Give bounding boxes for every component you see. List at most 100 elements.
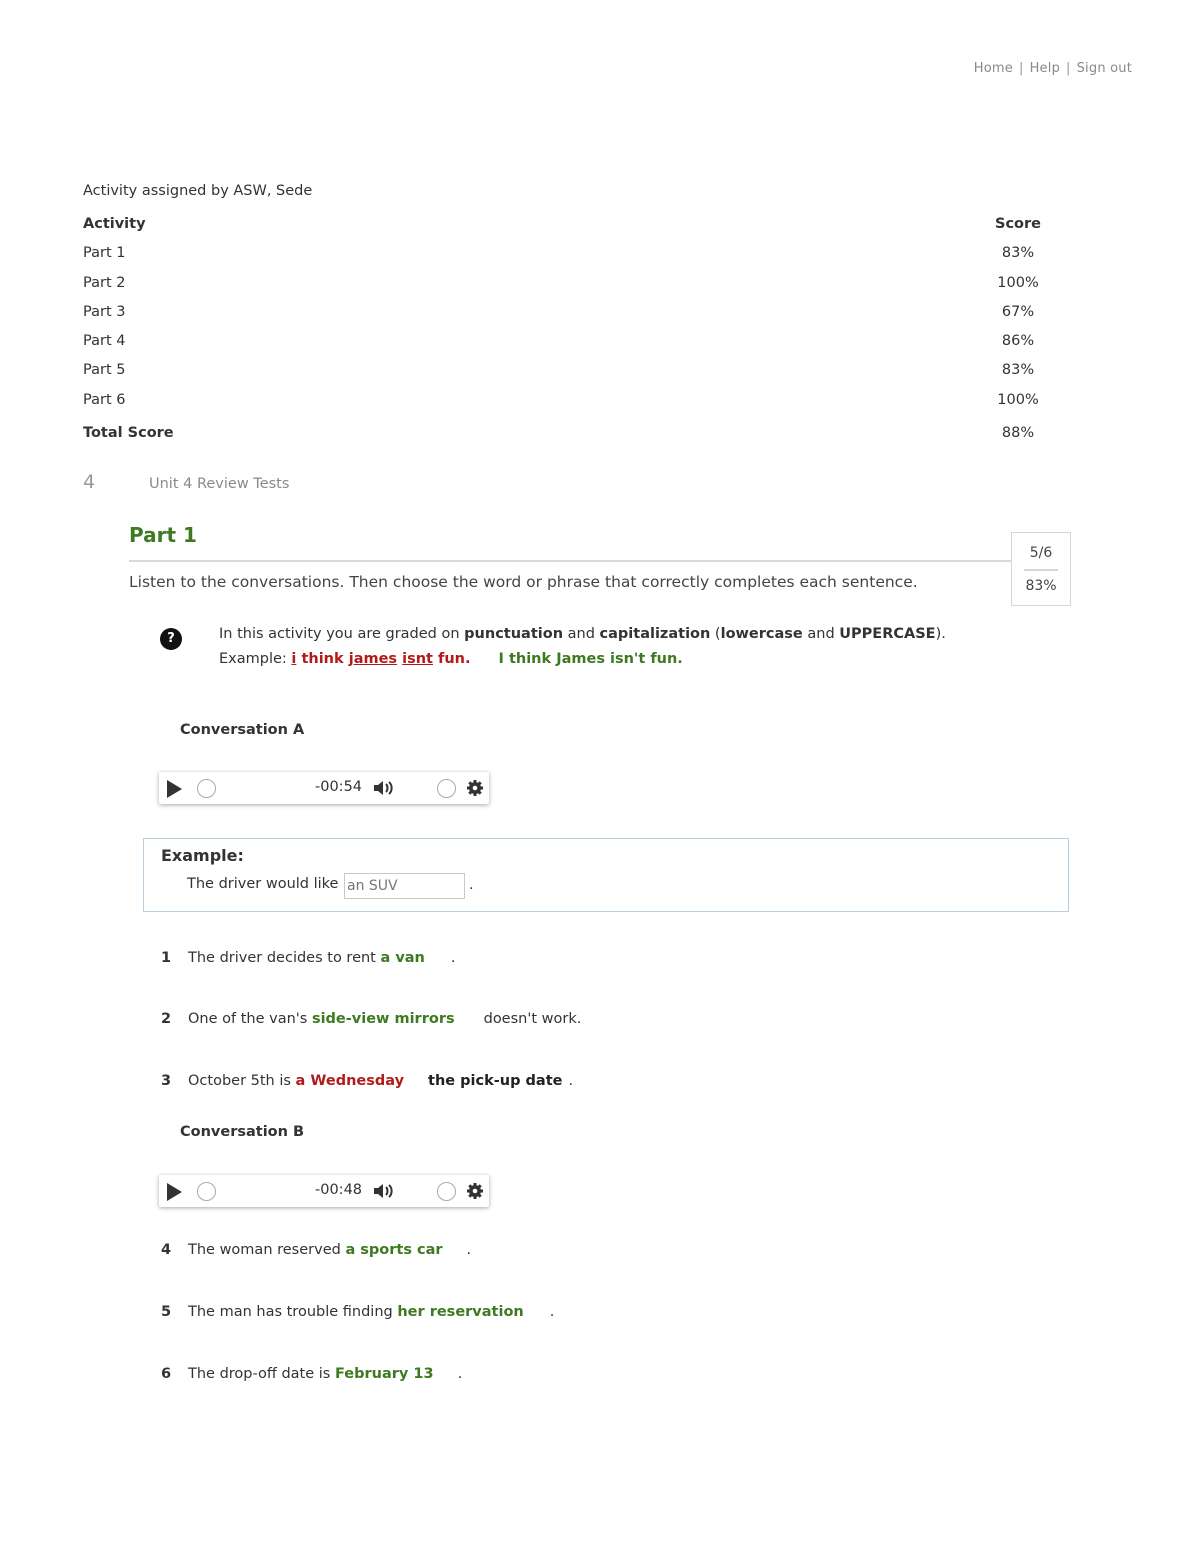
volume-icon[interactable] xyxy=(373,780,395,796)
play-icon[interactable] xyxy=(167,1183,182,1201)
volume-icon[interactable] xyxy=(373,1183,395,1199)
question-item: 3 October 5th is a Wednesday the pick-up … xyxy=(161,1073,761,1093)
example-title: Example: xyxy=(161,846,244,865)
volume-slider[interactable] xyxy=(437,1182,456,1201)
part-score-box: 5/6 83% xyxy=(1011,532,1071,606)
example-label: Example: xyxy=(219,651,292,667)
table-row: Part 5 83% xyxy=(83,362,1035,379)
note-text: and xyxy=(563,626,600,642)
top-nav: Home | Help | Sign out xyxy=(974,61,1132,76)
question-item: 2 One of the van's side-view mirrors does… xyxy=(161,1011,761,1031)
question-end: . xyxy=(450,950,456,966)
wrong-example: i think james isnt fun. xyxy=(291,651,471,667)
table-row: Part 3 67% xyxy=(83,303,1035,320)
question-text: October 5th is xyxy=(188,1073,296,1089)
part-title: Part 1 xyxy=(129,523,197,547)
note-bold: capitalization xyxy=(599,626,711,642)
part-name: Part 3 xyxy=(83,303,126,320)
example-line: Example: i think james isnt fun. I think … xyxy=(219,647,946,672)
note-bold: lowercase xyxy=(720,626,803,642)
question-number: 5 xyxy=(161,1304,172,1320)
note-text: ( xyxy=(710,626,721,642)
settings-gear-icon[interactable] xyxy=(466,779,484,797)
question-text: One of the van's xyxy=(188,1011,312,1027)
note-text: ). xyxy=(935,626,946,642)
question-text: The driver decides to rent xyxy=(188,950,381,966)
question-text: The man has trouble finding xyxy=(188,1304,398,1320)
score-percent: 83% xyxy=(1025,578,1057,594)
score-table-header: Activity Score xyxy=(83,216,1041,232)
example-box xyxy=(143,838,1069,912)
question-end: . xyxy=(568,1073,574,1089)
question-end: . xyxy=(457,1366,463,1382)
table-row: Part 1 83% xyxy=(83,245,1035,262)
home-link[interactable]: Home xyxy=(974,61,1013,76)
assigned-by-text: Activity assigned by ASW, Sede xyxy=(83,183,313,199)
incorrect-answer[interactable]: a Wednesday xyxy=(296,1073,404,1089)
example-answer-field[interactable] xyxy=(344,873,465,899)
part-name: Part 2 xyxy=(83,274,126,291)
instructions-text: Listen to the conversations. Then choose… xyxy=(129,573,918,591)
question-number: 6 xyxy=(161,1366,172,1382)
unit-title: Unit 4 Review Tests xyxy=(149,476,290,492)
correct-answer: the pick-up date xyxy=(428,1073,563,1089)
help-icon[interactable]: ? xyxy=(160,628,182,650)
correct-answer[interactable]: her reservation xyxy=(397,1304,523,1320)
score-fraction: 5/6 xyxy=(1029,545,1053,561)
example-sentence: The driver would like xyxy=(187,876,339,892)
question-end: . xyxy=(466,1242,472,1258)
progress-slider[interactable] xyxy=(197,779,216,798)
signout-link[interactable]: Sign out xyxy=(1077,61,1132,76)
correct-answer[interactable]: a van xyxy=(380,950,424,966)
question-text: The drop-off date is xyxy=(188,1366,335,1382)
note-text: In this activity you are graded on xyxy=(219,626,465,642)
conversation-a-label: Conversation A xyxy=(180,722,305,738)
note-bold: UPPERCASE xyxy=(839,626,936,642)
question-number: 1 xyxy=(161,950,172,966)
question-number: 3 xyxy=(161,1073,172,1089)
help-link[interactable]: Help xyxy=(1030,61,1060,76)
conversation-b-label: Conversation B xyxy=(180,1124,305,1140)
note-bold: punctuation xyxy=(464,626,564,642)
correct-answer[interactable]: a sports car xyxy=(345,1242,442,1258)
question-end: doesn't work. xyxy=(483,1011,582,1027)
question-number: 4 xyxy=(161,1242,172,1258)
part-name: Part 6 xyxy=(83,391,126,408)
question-item: 4 The woman reserved a sports car. xyxy=(161,1242,761,1262)
correct-answer[interactable]: February 13 xyxy=(335,1366,434,1382)
nav-separator: | xyxy=(1018,61,1024,76)
note-text: and xyxy=(802,626,840,642)
unit-number: 4 xyxy=(83,471,96,493)
question-number: 2 xyxy=(161,1011,172,1027)
progress-slider[interactable] xyxy=(197,1182,216,1201)
play-icon[interactable] xyxy=(167,780,182,798)
question-item: 6 The drop-off date is February 13. xyxy=(161,1366,761,1386)
grading-note-line: In this activity you are graded on punct… xyxy=(219,622,946,647)
question-item: 1 The driver decides to rent a van. xyxy=(161,950,761,970)
total-score-label: Total Score xyxy=(83,425,174,442)
question-end: . xyxy=(549,1304,555,1320)
grading-note: In this activity you are graded on punct… xyxy=(219,622,946,672)
audio-player-b: -00:48 xyxy=(159,1175,489,1207)
audio-player-a: -00:54 xyxy=(159,772,489,804)
nav-separator: | xyxy=(1066,61,1071,76)
settings-gear-icon[interactable] xyxy=(466,1182,484,1200)
volume-slider[interactable] xyxy=(437,779,456,798)
total-score-row: Total Score 88% xyxy=(83,425,1035,442)
divider xyxy=(129,560,1011,562)
time-remaining: -00:54 xyxy=(315,779,363,795)
time-remaining: -00:48 xyxy=(315,1182,363,1198)
example-end: . xyxy=(469,877,474,893)
correct-example: I think James isn't fun. xyxy=(498,651,683,667)
table-row: Part 2 100% xyxy=(83,274,1039,291)
part-name: Part 1 xyxy=(83,245,126,262)
part-name: Part 4 xyxy=(83,333,126,350)
activity-column-header: Activity xyxy=(83,216,146,232)
score-table: Activity Score Part 1 83% Part 2 100% Pa… xyxy=(83,216,1043,454)
question-item: 5 The man has trouble finding her reserv… xyxy=(161,1304,761,1324)
question-text: The woman reserved xyxy=(188,1242,346,1258)
correct-answer[interactable]: side-view mirrors xyxy=(312,1011,455,1027)
table-row: Part 6 100% xyxy=(83,391,1039,408)
table-row: Part 4 86% xyxy=(83,333,1035,350)
part-name: Part 5 xyxy=(83,362,126,379)
